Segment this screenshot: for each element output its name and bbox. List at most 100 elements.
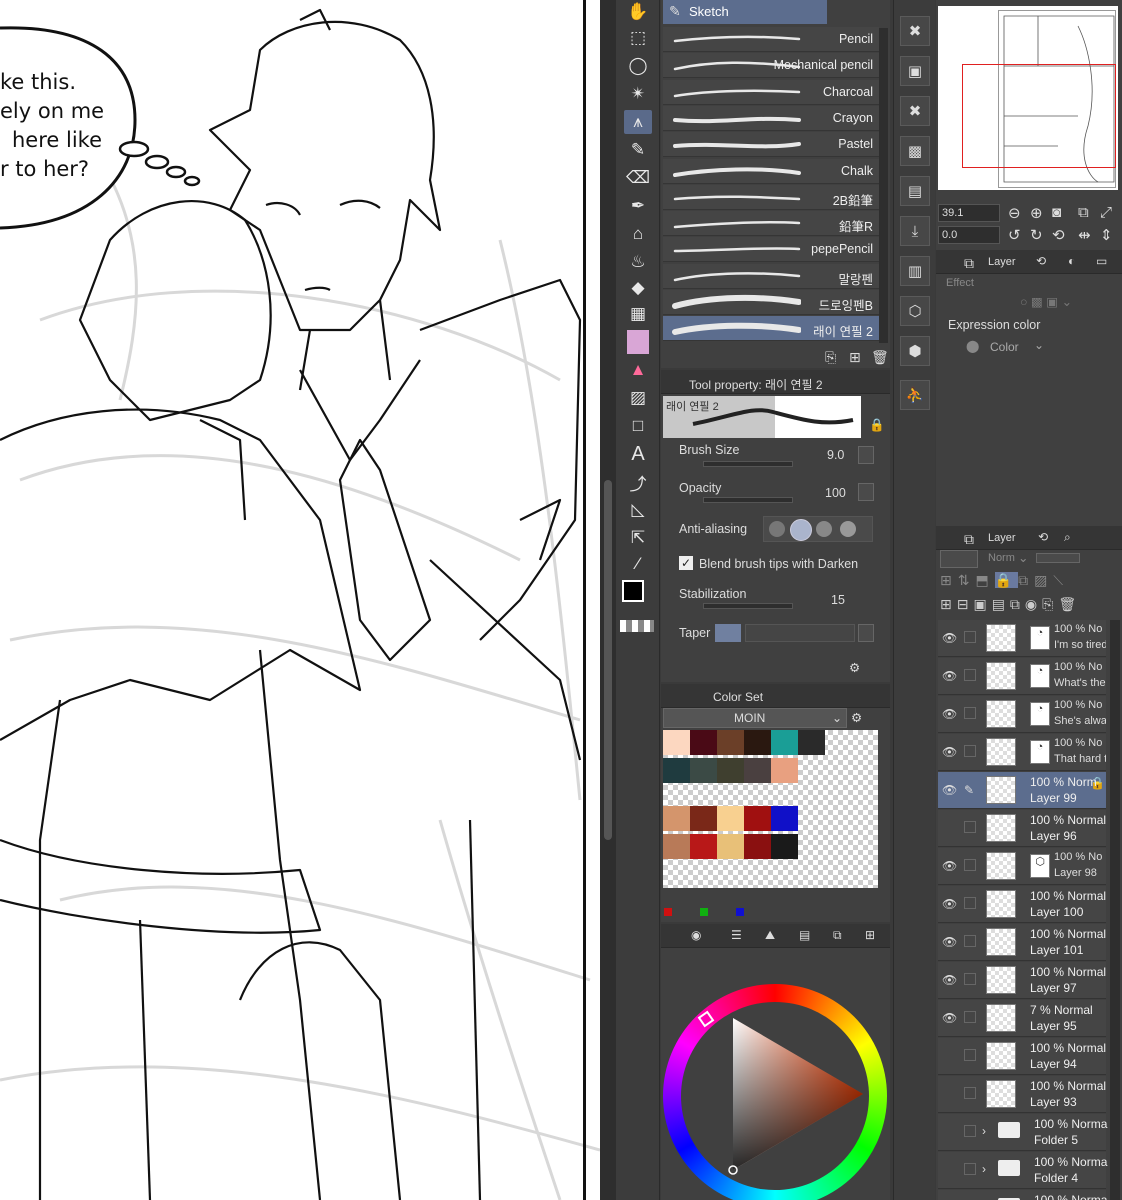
layer-row[interactable]: 👁 ⬡ 100 % No Layer 98 — [938, 848, 1106, 885]
layer-checkbox[interactable] — [964, 707, 976, 719]
hand-icon[interactable]: ✋ — [624, 0, 652, 24]
color-swatch[interactable] — [663, 834, 690, 859]
color-set-dropdown[interactable]: MOIN ⌄ — [663, 708, 847, 728]
color-swatch[interactable] — [690, 834, 717, 859]
magic-wand-icon[interactable]: ✴ — [624, 82, 652, 106]
layer-checkbox[interactable] — [964, 935, 976, 947]
eraser-icon[interactable]: ⌫ — [624, 166, 652, 190]
cube-icon[interactable]: ⬢ — [900, 336, 930, 366]
layer-row[interactable]: 👁 7 % Normal Layer 95 — [938, 1000, 1106, 1037]
drawing-canvas[interactable]: ke this. ely on me here like r to her? — [0, 0, 600, 1200]
brush-item[interactable]: Pastel — [663, 132, 879, 158]
layer-checkbox[interactable] — [964, 821, 976, 833]
layer-row[interactable]: › 100 % Normal Folder 5 — [938, 1114, 1108, 1151]
brush-item[interactable]: 2B鉛筆 — [663, 184, 879, 210]
panel-tab-icon[interactable]: ▭ — [1096, 254, 1107, 268]
rectangle-icon[interactable]: □ — [624, 414, 652, 438]
layer-row[interactable]: 100 % Normal Layer 93 — [938, 1076, 1106, 1113]
brush-item[interactable]: Pencil — [663, 27, 879, 52]
fit-icon[interactable]: ◙ — [1052, 204, 1061, 221]
color-swatch[interactable] — [690, 806, 717, 831]
color-swatch[interactable] — [771, 730, 798, 755]
sub-tool-group-tab[interactable]: Sketch — [663, 0, 827, 24]
layer-row[interactable]: ›100 % Normal — [938, 1190, 1108, 1200]
visibility-eye-icon[interactable]: 👁 — [942, 1011, 957, 1025]
color-swatch[interactable] — [717, 834, 744, 859]
layer-row[interactable]: 100 % Normal Layer 94 — [938, 1038, 1106, 1075]
color-swatch[interactable] — [771, 758, 798, 783]
close-panel-icon[interactable]: ✖ — [900, 16, 930, 46]
color-swatch[interactable] — [744, 834, 771, 859]
expand-arrow-icon[interactable]: › — [982, 1124, 986, 1138]
visibility-eye-icon[interactable]: 👁 — [942, 745, 957, 759]
tool-settings-icon[interactable]: ⚙ — [849, 660, 860, 675]
eyedropper-icon[interactable]: ⁄ — [624, 552, 652, 576]
layer-checkbox[interactable] — [964, 631, 976, 643]
flip-vertical-icon[interactable]: ⇕ — [1100, 226, 1113, 244]
layer-row[interactable]: 👁 ◔ 100 % No I'm so tired. — [938, 620, 1106, 657]
brush-size-value[interactable]: 9.0 — [827, 448, 844, 462]
gradient-icon[interactable]: ▨ — [624, 386, 652, 410]
visibility-eye-icon[interactable]: 👁 — [942, 631, 957, 645]
grid-icon[interactable]: ▦ — [624, 302, 652, 326]
copy-subtool-icon[interactable]: ⎘ — [825, 349, 836, 366]
color-swatch[interactable] — [717, 806, 744, 831]
color-swatch-grid[interactable] — [663, 730, 878, 888]
visibility-eye-icon[interactable]: 👁 — [942, 897, 957, 911]
search-layer-tab-icon[interactable]: ⟲ — [1036, 254, 1046, 268]
brush-item[interactable]: 말랑펜 — [663, 263, 879, 289]
main-color-swatch[interactable] — [622, 580, 644, 602]
color-slider-tab-icon[interactable]: ☰ — [731, 928, 742, 942]
pen-tool-icon[interactable]: ⩚ — [624, 110, 652, 134]
layer-list-scrollbar[interactable] — [1110, 620, 1120, 1200]
zoom-out-icon[interactable]: ⊖ — [1008, 204, 1021, 222]
reset-rotation-icon[interactable]: ⟲ — [1052, 226, 1065, 244]
layer-row[interactable]: › 100 % Normal Folder 4 — [938, 1152, 1108, 1189]
brush-item[interactable]: Charcoal — [663, 79, 879, 105]
layer-color-button[interactable] — [940, 550, 978, 568]
opacity-slider[interactable] — [703, 497, 793, 503]
save-icon[interactable]: ▣ — [900, 56, 930, 86]
brush-item[interactable]: Crayon — [663, 105, 879, 131]
brush-item[interactable]: 드로잉펜B — [663, 290, 879, 315]
antialias-selector[interactable] — [763, 516, 873, 542]
stabilization-slider[interactable] — [703, 603, 793, 609]
opacity-dynamics-button[interactable] — [858, 483, 874, 501]
transparency-icon[interactable]: ▩ — [900, 136, 930, 166]
color-swatch[interactable] — [771, 806, 798, 831]
expand-arrow-icon[interactable]: › — [982, 1162, 986, 1176]
color-swatch[interactable] — [690, 730, 717, 755]
visibility-eye-icon[interactable]: 👁 — [942, 859, 957, 873]
layer-checkbox[interactable] — [964, 669, 976, 681]
layer-stack-icon[interactable]: ⧉ — [964, 531, 974, 548]
layer-checkbox[interactable] — [964, 1049, 976, 1061]
delete-subtool-icon[interactable]: 🗑 — [871, 349, 889, 366]
color-swatch[interactable] — [663, 758, 690, 783]
frame-icon[interactable]: ⤴ — [624, 470, 652, 494]
layer-checkbox[interactable] — [964, 1087, 976, 1099]
ruler-icon[interactable]: ◺ — [624, 498, 652, 522]
scrollbar-thumb[interactable] — [604, 480, 612, 840]
transparent-color-toggle[interactable] — [620, 620, 654, 632]
fill-icon[interactable]: ◆ — [624, 276, 652, 300]
color-swatch[interactable] — [717, 758, 744, 783]
cake-icon[interactable]: ▲ — [624, 358, 652, 382]
visibility-eye-icon[interactable]: 👁 — [942, 669, 957, 683]
navigator-preview[interactable] — [938, 6, 1118, 190]
canvas-scrollbar[interactable] — [600, 0, 616, 1200]
layer-checkbox[interactable] — [964, 1011, 976, 1023]
sub-view-tab-icon[interactable]: ⊞ — [865, 928, 875, 942]
color-swatch[interactable] — [771, 834, 798, 859]
layer-checkbox[interactable] — [964, 897, 976, 909]
intermediate-color-tab-icon[interactable]: ⛰ — [765, 928, 775, 943]
correct-line-icon[interactable]: ⇱ — [624, 526, 652, 550]
flip-horizontal-icon[interactable]: ⇹ — [1078, 226, 1091, 244]
opacity-value[interactable]: 100 — [825, 486, 846, 500]
fullscreen-icon[interactable]: ⤢ — [1100, 204, 1112, 221]
layer-row[interactable]: 👁 ◔ 100 % No What's the p — [938, 658, 1106, 695]
color-history-tab-icon[interactable]: ⧉ — [833, 928, 842, 943]
material-tab-icon[interactable]: ◐ — [1068, 254, 1075, 268]
zoom-field[interactable]: 39.1 — [938, 204, 1000, 222]
brush-item[interactable]: 래이 연필 2 — [663, 316, 879, 342]
color-swatch[interactable] — [663, 806, 690, 831]
